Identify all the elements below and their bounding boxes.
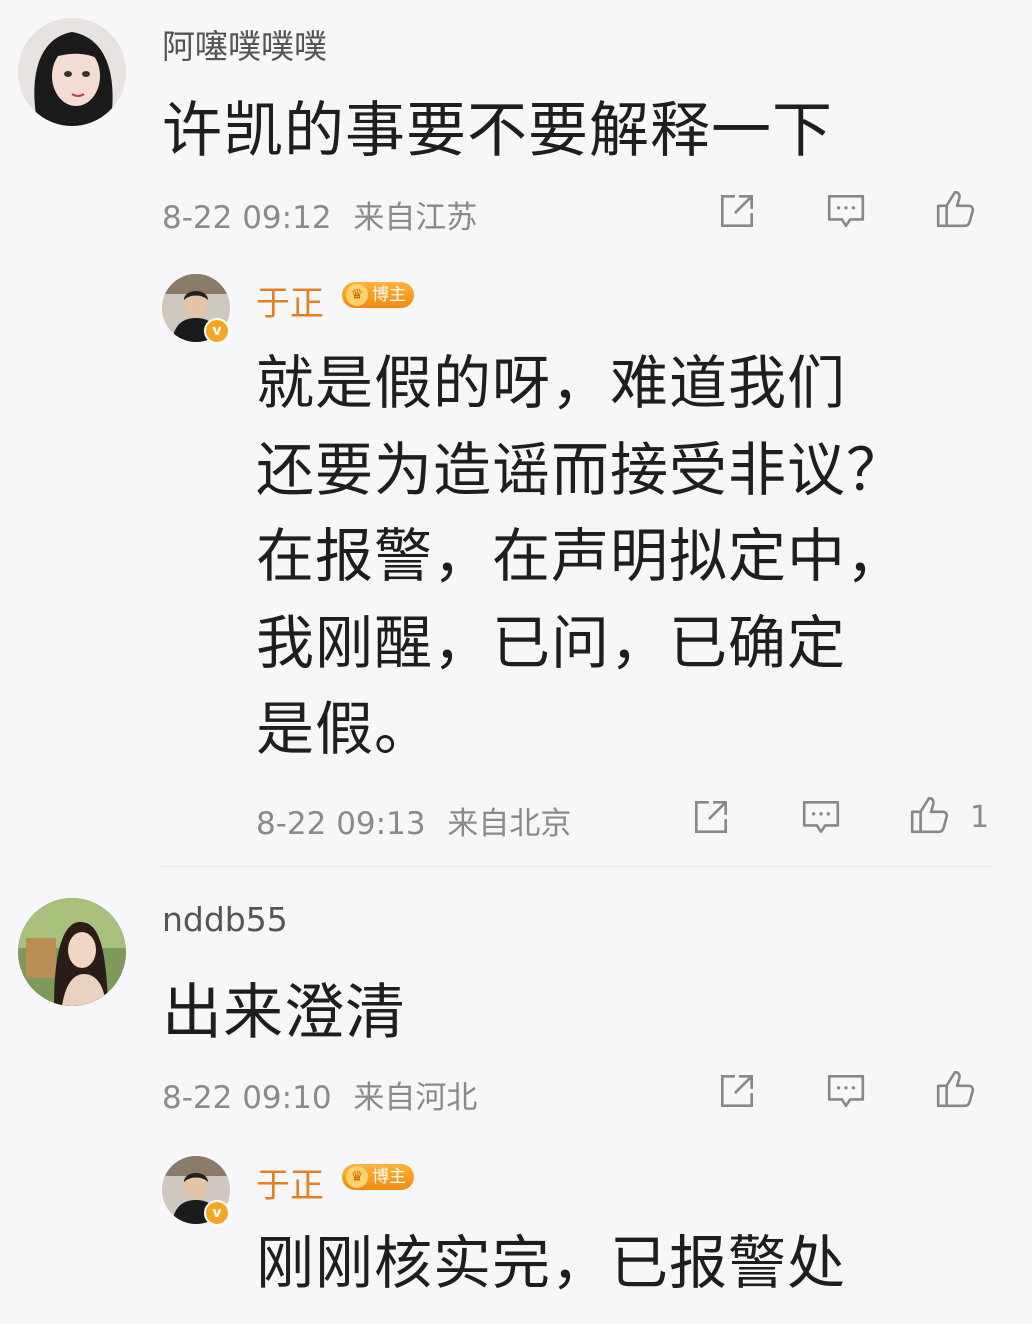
verified-icon: v — [204, 1200, 230, 1226]
avatar-image — [18, 898, 126, 1006]
share-icon[interactable] — [716, 1070, 758, 1112]
username[interactable]: nddb55 — [162, 900, 288, 939]
reply-text-line: 刚刚核实完，已报警处 — [256, 1229, 847, 1297]
comment-meta: 8-22 09:10 来自河北 — [162, 1072, 477, 1117]
reply-text: 刚刚核实完，已报警处 — [256, 1220, 846, 1306]
avatar[interactable] — [18, 898, 126, 1006]
timestamp: 8-22 09:10 — [162, 1080, 332, 1116]
comment-item: nddb55 出来澄清 8-22 09:10 来自河北 v 于正 ♛ 博主 刚刚… — [0, 0, 1032, 1324]
comment-icon[interactable] — [825, 1070, 867, 1112]
badge-icon: ♛ — [346, 1166, 368, 1188]
badge-label: 博主 — [372, 1167, 406, 1187]
author-badge: ♛ 博主 — [342, 1164, 414, 1190]
comment-text: 出来澄清 — [162, 978, 406, 1048]
thumbs-up-icon[interactable] — [934, 1068, 976, 1110]
reply-username[interactable]: 于正 — [256, 1158, 324, 1207]
location: 来自河北 — [353, 1080, 478, 1116]
